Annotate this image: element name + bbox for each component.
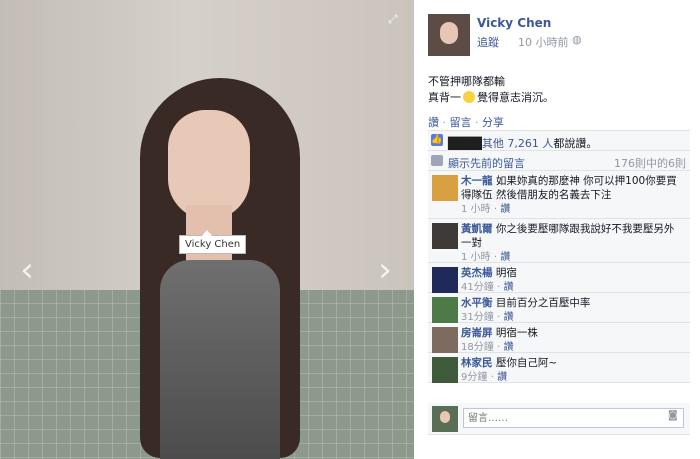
comment-item: 黃凱爾 你之後要壓哪隊跟我說好不我要壓另外一對 1 小時 · 讚	[428, 219, 690, 263]
comment-body: 水平衡 目前百分之百壓中率 31分鐘 · 讚	[461, 296, 681, 325]
comment-item: 水平衡 目前百分之百壓中率 31分鐘 · 讚	[428, 293, 690, 323]
comment-item: 英杰楊 明宿 41分鐘 · 讚	[428, 263, 690, 293]
commenter-avatar[interactable]	[432, 267, 458, 293]
comment-timestamp[interactable]: 9分鐘	[461, 372, 487, 383]
likes-suffix: 都說讚。	[553, 137, 598, 150]
comment-timestamp[interactable]: 1 小時	[461, 252, 491, 263]
comment-timestamp[interactable]: 41分鐘	[461, 282, 494, 293]
commenter-avatar[interactable]	[432, 297, 458, 323]
view-previous-comments[interactable]: 顯示先前的留言 176則中的6則	[428, 151, 690, 171]
post-panel: Vicky Chen 追蹤 10 小時前 ◍ 不管押哪隊都輸 真背一 覺得意志消沉…	[414, 0, 700, 459]
current-user-avatar	[432, 406, 458, 432]
commenter-name[interactable]: 英杰楊	[461, 267, 493, 279]
photo-subject-dress	[160, 260, 280, 459]
camera-icon[interactable]: ◙	[668, 411, 680, 421]
comment-body: 房崙屏 明宿一株 18分鐘 · 讚	[461, 326, 681, 355]
post-caption: 不管押哪隊都輸 真背一 覺得意志消沉。	[428, 74, 688, 106]
sad-emoji-icon	[463, 91, 475, 103]
action-separator: ·	[475, 116, 479, 129]
comment-item: 木一龍 如果妳真的那麼神 你可以押100你要買得隊伍 然後借朋友的名義去下注 1 …	[428, 171, 690, 219]
author-name[interactable]: Vicky Chen	[477, 16, 551, 30]
share-link[interactable]: 分享	[482, 116, 504, 129]
comment-text: 你之後要壓哪隊跟我說好不我要壓另外一對	[461, 223, 675, 249]
author-avatar[interactable]	[428, 14, 470, 56]
comment-timestamp[interactable]: 18分鐘	[461, 342, 494, 353]
comment-count: 176則中的6則	[614, 157, 686, 170]
comment-meta: 1 小時 · 讚	[461, 202, 681, 217]
commenter-name[interactable]: 水平衡	[461, 297, 493, 309]
meta-separator: ·	[493, 252, 498, 263]
commenter-name[interactable]: 木一龍	[461, 175, 493, 187]
commenter-avatar[interactable]	[432, 223, 458, 249]
previous-photo-chevron-icon[interactable]: ‹	[14, 250, 40, 290]
caption-text-b: 覺得意志消沉。	[477, 91, 554, 104]
comment-item: 林家民 壓你自己阿~ 9分鐘 · 讚	[428, 353, 690, 383]
comment-timestamp[interactable]: 31分鐘	[461, 312, 494, 323]
commenter-avatar[interactable]	[432, 357, 458, 383]
comment-body: 英杰楊 明宿 41分鐘 · 讚	[461, 266, 681, 295]
comment-like-link[interactable]: 讚	[500, 252, 510, 263]
commenter-avatar[interactable]	[432, 175, 458, 201]
commenter-name[interactable]: 黃凱爾	[461, 223, 493, 235]
comment-like-link[interactable]: 讚	[504, 342, 514, 353]
comment-body: 木一龍 如果妳真的那麼神 你可以押100你要買得隊伍 然後借朋友的名義去下注 1 …	[461, 174, 681, 217]
thumbs-up-icon: 👍	[431, 134, 443, 146]
comment-text: 明宿	[495, 267, 517, 279]
commenter-avatar[interactable]	[432, 327, 458, 353]
feedback-box: 👍 ████其他 7,261 人都說讚。 顯示先前的留言 176則中的6則 木一…	[428, 130, 690, 383]
comment-like-link[interactable]: 讚	[504, 312, 514, 323]
likes-count-link[interactable]: 其他 7,261 人	[482, 137, 553, 150]
comment-meta: 9分鐘 · 讚	[461, 370, 681, 385]
comment-link[interactable]: 留言	[450, 116, 472, 129]
meta-separator: ·	[497, 312, 501, 323]
follow-link[interactable]: 追蹤	[477, 34, 499, 50]
comment-list: 木一龍 如果妳真的那麼神 你可以押100你要買得隊伍 然後借朋友的名義去下注 1 …	[428, 171, 690, 383]
meta-separator: ·	[490, 372, 494, 383]
comment-like-link[interactable]: 讚	[504, 282, 514, 293]
comment-like-link[interactable]: 讚	[497, 372, 507, 383]
meta-separator: ·	[493, 204, 498, 215]
expand-icon[interactable]: ⤢	[388, 12, 398, 27]
meta-separator: ·	[497, 282, 501, 293]
comment-bubble-icon	[431, 155, 443, 166]
caption-text-a: 真背一	[428, 91, 461, 104]
post-actions: 讚 · 留言 · 分享	[428, 114, 504, 130]
comment-text: 壓你自己阿~	[495, 357, 558, 369]
comment-text: 明宿一株	[495, 327, 538, 339]
action-separator: ·	[442, 116, 447, 129]
comment-item: 房崙屏 明宿一株 18分鐘 · 讚	[428, 323, 690, 353]
next-photo-chevron-icon[interactable]: ›	[372, 250, 398, 290]
caption-line-1: 不管押哪隊都輸	[428, 75, 505, 88]
comment-input[interactable]	[463, 408, 684, 428]
photo-subject-face	[168, 110, 250, 220]
comment-like-link[interactable]: 讚	[500, 204, 510, 215]
comment-body: 林家民 壓你自己阿~ 9分鐘 · 讚	[461, 356, 681, 385]
comment-text: 目前百分之百壓中率	[495, 297, 591, 309]
photo-tag[interactable]: Vicky Chen	[179, 230, 247, 254]
globe-icon[interactable]: ◍	[572, 33, 582, 46]
likes-summary: 👍 ████其他 7,261 人都說讚。	[428, 131, 690, 151]
meta-separator: ·	[497, 342, 501, 353]
comment-text: 如果妳真的那麼神 你可以押100你要買得隊伍 然後借朋友的名義去下注	[461, 175, 677, 201]
post-timestamp[interactable]: 10 小時前	[518, 34, 569, 50]
view-previous-link[interactable]: 顯示先前的留言	[448, 155, 525, 171]
caption-line-2: 真背一 覺得意志消沉。	[428, 90, 688, 106]
comment-timestamp[interactable]: 1 小時	[461, 204, 491, 215]
photo-stage[interactable]: Vicky Chen ‹ › ⤢	[0, 0, 414, 459]
comment-composer: ◙	[428, 403, 690, 435]
post-header: Vicky Chen 追蹤 10 小時前 ◍	[428, 14, 688, 58]
likes-text: ████其他 7,261 人都說讚。	[448, 135, 597, 151]
comment-body: 黃凱爾 你之後要壓哪隊跟我說好不我要壓另外一對 1 小時 · 讚	[461, 222, 681, 265]
redacted-name: ████	[448, 137, 482, 150]
commenter-name[interactable]: 房崙屏	[461, 327, 493, 339]
like-link[interactable]: 讚	[428, 116, 439, 129]
commenter-name[interactable]: 林家民	[461, 357, 493, 369]
